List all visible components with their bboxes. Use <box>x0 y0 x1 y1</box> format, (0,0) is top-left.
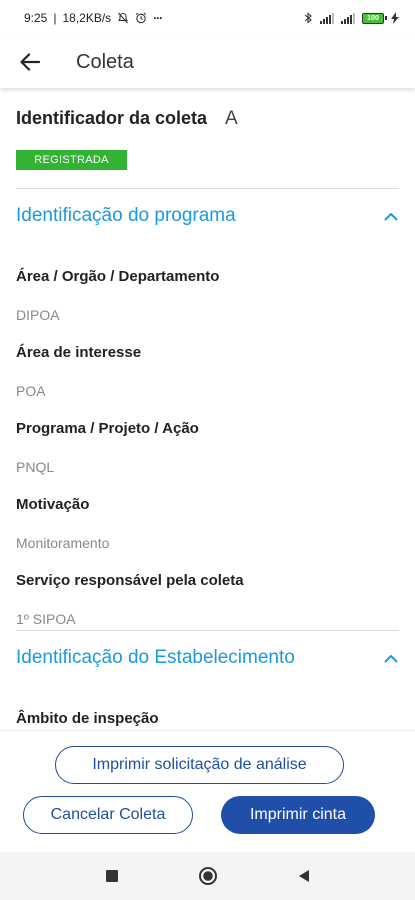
field-value-service: 1º SIPOA <box>16 611 76 627</box>
battery-icon: 100 <box>362 12 387 24</box>
system-nav-bar <box>0 852 415 900</box>
status-bar: 9:25 | 18,2KB/s ··· 100 <box>0 0 415 36</box>
chevron-up-icon[interactable] <box>383 650 399 666</box>
field-label-inspection-scope: Âmbito de inspeção <box>16 710 159 727</box>
chevron-up-icon[interactable] <box>383 208 399 224</box>
collection-details[interactable]: Identificador da coleta A REGISTRADA Ide… <box>0 88 415 730</box>
field-label-motivation: Motivação <box>16 496 90 513</box>
back-button[interactable] <box>16 48 44 76</box>
triangle-back-icon <box>298 870 309 882</box>
divider <box>16 188 399 189</box>
action-bar: Imprimir solicitação de análise Cancelar… <box>0 730 415 852</box>
back-nav-button[interactable] <box>292 864 316 888</box>
signal-strength-icon <box>320 12 334 24</box>
section-title-program: Identificação do programa <box>16 205 236 226</box>
collection-id-value: A <box>225 108 238 129</box>
field-label-service: Serviço responsável pela coleta <box>16 572 244 589</box>
field-label-interest-area: Área de interesse <box>16 344 142 361</box>
mute-icon <box>118 12 129 24</box>
app-bar: Coleta <box>0 36 415 88</box>
recent-apps-button[interactable] <box>100 864 124 888</box>
section-title-establishment: Identificação do Estabelecimento <box>16 647 295 668</box>
section-header-establishment[interactable]: Identificação do Estabelecimento <box>16 643 399 673</box>
charging-bolt-icon <box>391 12 399 24</box>
collection-id-row: Identificador da coleta A <box>16 108 238 130</box>
field-value-motivation: Monitoramento <box>16 535 110 551</box>
field-label-area: Área / Orgão / Departamento <box>16 268 220 285</box>
status-net-speed: 18,2KB/s <box>62 11 112 25</box>
field-value-program: PNQL <box>16 459 55 475</box>
field-value-area: DIPOA <box>16 307 60 323</box>
arrow-left-icon <box>20 53 40 71</box>
circle-icon <box>198 867 217 885</box>
page-title: Coleta <box>76 50 134 73</box>
alarm-icon <box>136 12 147 24</box>
more-notifications-icon: ··· <box>153 11 163 25</box>
home-button[interactable] <box>196 864 220 888</box>
section-header-program[interactable]: Identificação do programa <box>16 201 399 231</box>
bluetooth-icon <box>304 12 312 24</box>
print-analysis-request-button[interactable]: Imprimir solicitação de análise <box>55 746 344 784</box>
cancel-collection-button[interactable]: Cancelar Coleta <box>23 796 193 834</box>
divider <box>16 630 399 631</box>
field-label-program: Programa / Projeto / Ação <box>16 420 199 437</box>
collection-id-label: Identificador da coleta <box>16 108 208 128</box>
field-value-interest-area: POA <box>16 383 46 399</box>
status-time: 9:25 <box>24 11 48 25</box>
status-badge: REGISTRADA <box>16 150 127 170</box>
square-icon <box>105 870 118 882</box>
print-label-button[interactable]: Imprimir cinta <box>221 796 375 834</box>
signal-strength-icon <box>341 12 355 24</box>
